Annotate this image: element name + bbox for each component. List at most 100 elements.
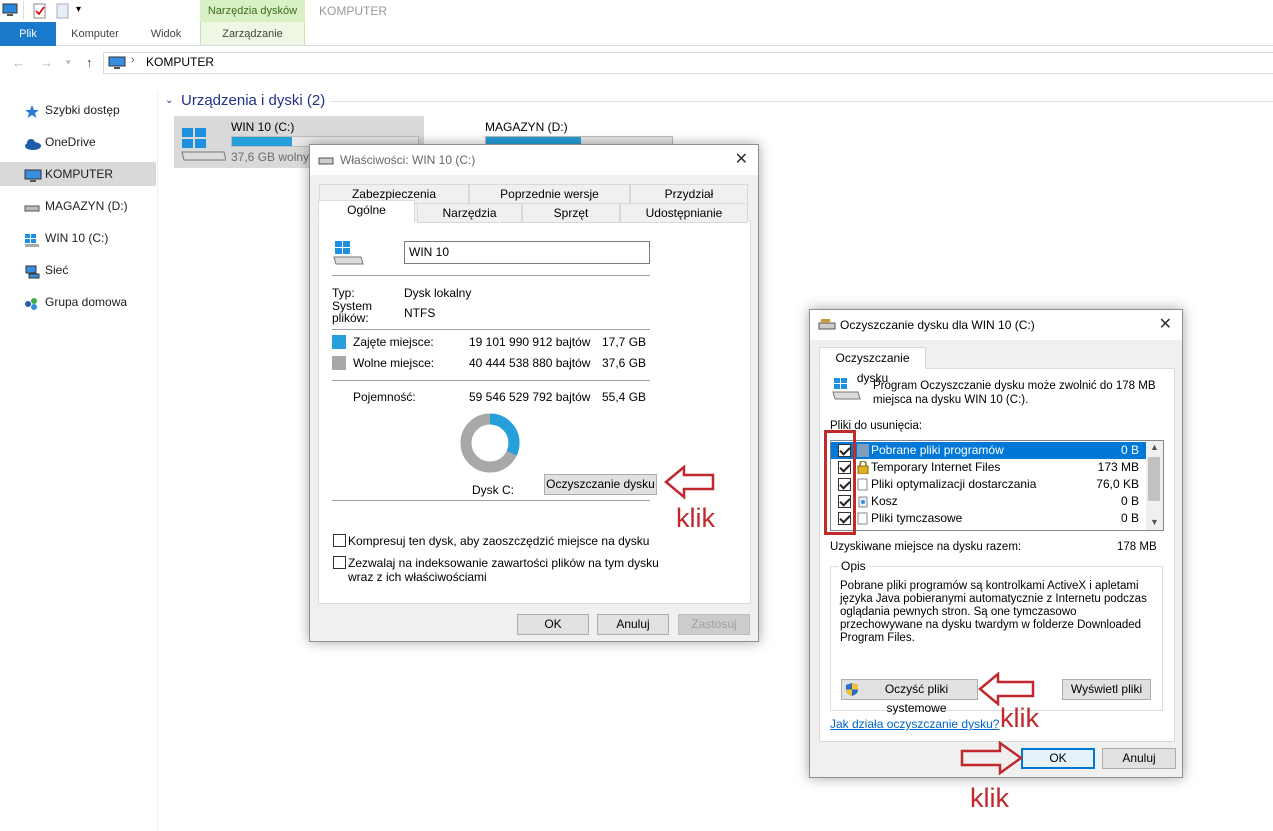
view-files-button[interactable]: Wyświetl pliki — [1062, 679, 1151, 700]
group-header[interactable]: Urządzenia i dyski (2) — [181, 92, 325, 109]
filesystem-value: NTFS — [404, 306, 436, 320]
navigation-pane: Szybki dostęp OneDrive KOMPUTER MAGAZYN … — [0, 92, 158, 831]
file-type-icon — [857, 444, 869, 457]
close-icon[interactable]: ✕ — [735, 149, 748, 169]
tab-zarzadzanie[interactable]: Zarządzanie — [202, 22, 303, 46]
annotation-arrow-right-icon — [960, 741, 1024, 775]
list-item[interactable]: Pobrane pliki programów 0 B — [831, 442, 1147, 459]
list-item[interactable]: Pliki tymczasowe 0 B — [831, 510, 1147, 527]
properties-icon[interactable] — [32, 3, 48, 22]
lock-icon — [857, 460, 869, 475]
list-item[interactable]: Pliki optymalizacji dostarczania 76,0 KB — [831, 476, 1147, 493]
drive-name: MAGAZYN (D:) — [485, 120, 568, 134]
compress-checkbox[interactable] — [333, 534, 346, 547]
tab-sprzet[interactable]: Sprzęt — [522, 203, 620, 223]
sidebar-item-komputer[interactable]: KOMPUTER — [0, 162, 156, 186]
annotation-arrow-icon — [664, 464, 715, 500]
customize-qat-icon[interactable]: ▾ — [76, 4, 81, 15]
scrollbar-thumb[interactable] — [1148, 457, 1160, 501]
document-icon — [857, 512, 869, 525]
dialog-title: Oczyszczanie dysku dla WIN 10 (C:) — [840, 318, 1035, 332]
sidebar-item-magazyn[interactable]: MAGAZYN (D:) — [0, 194, 156, 218]
list-item[interactable]: Temporary Internet Files 173 MB — [831, 459, 1147, 476]
forward-arrow-icon[interactable]: → — [40, 55, 53, 70]
context-group-label: Narzędzia dysków — [200, 0, 305, 22]
clean-system-files-button[interactable]: Oczyść pliki systemowe — [841, 679, 978, 715]
disk-cleanup-button[interactable]: Oczyszczanie dysku — [544, 474, 657, 495]
capacity-label: Pojemność: — [353, 390, 416, 404]
tab-ogolne[interactable]: Ogólne — [318, 200, 415, 224]
index-label-line1: Zezwalaj na indeksowanie zawartości plik… — [348, 556, 659, 570]
ribbon-tab-bar: Plik Komputer Widok Zarządzanie — [0, 22, 1273, 46]
drive-name-input[interactable]: WIN 10 — [404, 241, 650, 264]
apply-button[interactable]: Zastosuj — [678, 614, 750, 635]
compress-label: Kompresuj ten dysk, aby zaoszczędzić mie… — [348, 534, 650, 548]
computer-icon — [108, 56, 126, 73]
sidebar-item-grupa-domowa[interactable]: Grupa domowa — [0, 290, 156, 314]
description-text: Pobrane pliki programów są kontrolkami A… — [840, 580, 1147, 644]
help-link[interactable]: Jak działa oczyszczanie dysku? — [830, 717, 999, 731]
computer-icon[interactable] — [2, 3, 18, 20]
tab-widok[interactable]: Widok — [134, 22, 198, 46]
cancel-button[interactable]: Anuluj — [597, 614, 669, 635]
disk-cleanup-icon — [818, 318, 836, 335]
list-scrollbar[interactable]: ▲ ▼ — [1146, 441, 1163, 530]
toolbar-separator — [23, 1, 24, 19]
sidebar-item-onedrive[interactable]: OneDrive — [0, 130, 156, 154]
close-icon[interactable]: ✕ — [1159, 314, 1172, 334]
sidebar-item-szybki-dostep[interactable]: Szybki dostęp — [0, 98, 156, 122]
group-divider — [330, 101, 1273, 102]
sidebar-item-siec[interactable]: Sieć — [0, 258, 156, 282]
dialog-title: Właściwości: WIN 10 (C:) — [340, 153, 476, 167]
dialog-titlebar: Oczyszczanie dysku dla WIN 10 (C:) ✕ — [810, 310, 1182, 340]
annotation-klik: klik — [970, 783, 1009, 813]
ok-button[interactable]: OK — [517, 614, 589, 635]
divider — [332, 500, 650, 501]
capacity-bytes: 59 546 529 792 bajtów — [469, 390, 591, 404]
tab-poprzednie-wersje[interactable]: Poprzednie wersje — [469, 184, 630, 204]
used-space-gb: 17,7 GB — [602, 335, 647, 349]
breadcrumb-chevron-icon[interactable]: › — [131, 54, 135, 66]
quick-access-toolbar: ▾ — [0, 0, 200, 22]
drive-icon — [24, 199, 40, 213]
star-icon — [24, 103, 40, 118]
cancel-button[interactable]: Anuluj — [1102, 748, 1176, 769]
address-field[interactable] — [103, 52, 1273, 74]
dialog-titlebar: Właściwości: WIN 10 (C:) ✕ — [310, 145, 758, 175]
sidebar-item-win10[interactable]: WIN 10 (C:) — [0, 226, 156, 250]
tab-narzedzia[interactable]: Narzędzia — [417, 203, 522, 223]
back-arrow-icon[interactable]: ← — [12, 55, 25, 70]
type-value: Dysk lokalny — [404, 286, 472, 300]
description-label: Opis — [838, 559, 869, 573]
index-label-line2: wraz z ich właściwościami — [348, 570, 487, 584]
filesystem-label: System plików: — [332, 299, 373, 325]
tab-plik[interactable]: Plik — [0, 22, 56, 46]
cloud-icon — [24, 135, 41, 150]
intro-line1: Program Oczyszczanie dysku może zwolnić … — [873, 380, 1156, 392]
files-list[interactable]: Pobrane pliki programów 0 B Temporary In… — [830, 440, 1164, 531]
tab-udostepnianie[interactable]: Udostępnianie — [620, 203, 748, 223]
uac-shield-icon — [846, 683, 858, 702]
new-folder-icon[interactable] — [56, 3, 70, 22]
capacity-gb: 55,4 GB — [602, 390, 647, 404]
used-space-bytes: 19 101 990 912 bajtów — [469, 335, 591, 349]
scroll-down-icon[interactable]: ▼ — [1150, 517, 1159, 527]
collapse-chevron-icon[interactable]: ⌄ — [165, 95, 173, 106]
free-space-bytes: 40 444 538 880 bajtów — [469, 356, 591, 370]
type-label: Typ: — [332, 286, 355, 300]
ok-button[interactable]: OK — [1021, 748, 1095, 769]
scroll-up-icon[interactable]: ▲ — [1150, 442, 1159, 452]
recent-locations-icon[interactable]: ▾ — [66, 57, 71, 68]
tab-komputer[interactable]: Komputer — [60, 22, 130, 46]
tab-przydzial[interactable]: Przydział — [630, 184, 748, 204]
disk-cleanup-dialog: Oczyszczanie dysku dla WIN 10 (C:) ✕ Ocz… — [809, 309, 1183, 778]
divider — [332, 275, 650, 276]
breadcrumb[interactable]: KOMPUTER — [146, 55, 214, 69]
divider — [332, 380, 650, 381]
up-arrow-icon[interactable]: ↑ — [86, 55, 93, 70]
total-space-value: 178 MB — [1117, 541, 1157, 553]
tab-oczyszczanie-dysku[interactable]: Oczyszczanie dysku — [819, 347, 926, 385]
list-item[interactable]: Kosz 0 B — [831, 493, 1147, 510]
windows-drive-icon — [180, 126, 227, 165]
index-checkbox[interactable] — [333, 556, 346, 569]
